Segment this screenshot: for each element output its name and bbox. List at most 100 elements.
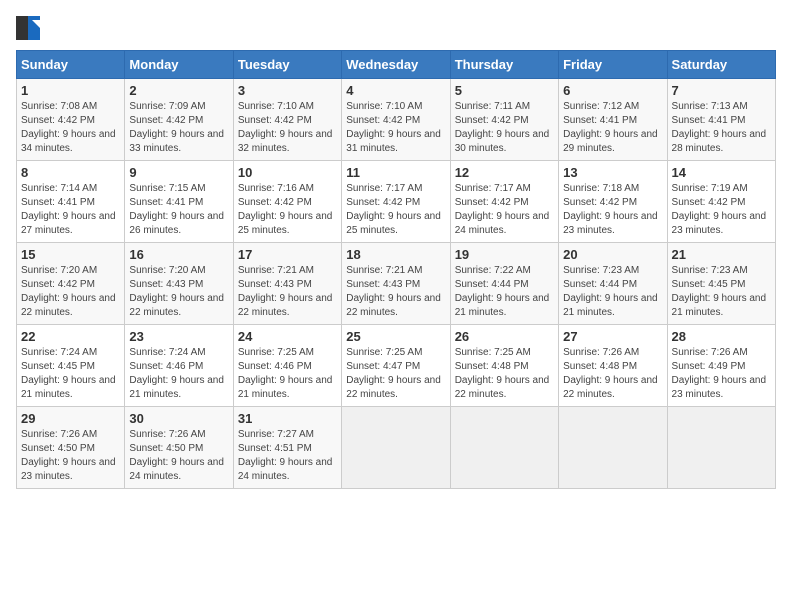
day-number: 6 (563, 83, 662, 98)
day-number: 20 (563, 247, 662, 262)
day-number: 23 (129, 329, 228, 344)
calendar-day-12: 12 Sunrise: 7:17 AMSunset: 4:42 PMDayligh… (450, 161, 558, 243)
day-info: Sunrise: 7:19 AMSunset: 4:42 PMDaylight:… (672, 182, 771, 238)
day-number: 19 (455, 247, 554, 262)
day-header-tuesday: Tuesday (233, 51, 341, 79)
calendar-day-11: 11 Sunrise: 7:17 AMSunset: 4:42 PMDayligh… (342, 161, 450, 243)
day-info: Sunrise: 7:26 AMSunset: 4:50 PMDaylight:… (129, 428, 228, 484)
day-number: 30 (129, 411, 228, 426)
calendar-day-5: 5 Sunrise: 7:11 AMSunset: 4:42 PMDaylight… (450, 79, 558, 161)
day-info: Sunrise: 7:25 AMSunset: 4:46 PMDaylight:… (238, 346, 337, 402)
day-info: Sunrise: 7:14 AMSunset: 4:41 PMDaylight:… (21, 182, 120, 238)
day-number: 3 (238, 83, 337, 98)
day-info: Sunrise: 7:08 AMSunset: 4:42 PMDaylight:… (21, 100, 120, 156)
day-number: 7 (672, 83, 771, 98)
calendar-day-31: 31 Sunrise: 7:27 AMSunset: 4:51 PMDayligh… (233, 407, 341, 489)
day-header-friday: Friday (559, 51, 667, 79)
logo-icon (16, 16, 40, 40)
calendar-day-9: 9 Sunrise: 7:15 AMSunset: 4:41 PMDaylight… (125, 161, 233, 243)
day-number: 1 (21, 83, 120, 98)
day-number: 9 (129, 165, 228, 180)
calendar-table: SundayMondayTuesdayWednesdayThursdayFrid… (16, 50, 776, 489)
day-info: Sunrise: 7:22 AMSunset: 4:44 PMDaylight:… (455, 264, 554, 320)
day-header-monday: Monday (125, 51, 233, 79)
day-number: 13 (563, 165, 662, 180)
day-number: 5 (455, 83, 554, 98)
day-number: 17 (238, 247, 337, 262)
day-number: 15 (21, 247, 120, 262)
day-info: Sunrise: 7:24 AMSunset: 4:46 PMDaylight:… (129, 346, 228, 402)
day-number: 22 (21, 329, 120, 344)
calendar-day-1: 1 Sunrise: 7:08 AMSunset: 4:42 PMDaylight… (17, 79, 125, 161)
day-info: Sunrise: 7:09 AMSunset: 4:42 PMDaylight:… (129, 100, 228, 156)
day-number: 24 (238, 329, 337, 344)
calendar-day-15: 15 Sunrise: 7:20 AMSunset: 4:42 PMDayligh… (17, 243, 125, 325)
calendar-week-5: 29 Sunrise: 7:26 AMSunset: 4:50 PMDayligh… (17, 407, 776, 489)
calendar-day-27: 27Sunrise: 7:26 AMSunset: 4:48 PMDayligh… (559, 325, 667, 407)
day-info: Sunrise: 7:25 AMSunset: 4:47 PMDaylight:… (346, 346, 445, 402)
calendar-day-28: 28 Sunrise: 7:26 AMSunset: 4:49 PMDayligh… (667, 325, 775, 407)
day-info: Sunrise: 7:27 AMSunset: 4:51 PMDaylight:… (238, 428, 337, 484)
day-number: 29 (21, 411, 120, 426)
day-number: 2 (129, 83, 228, 98)
day-number: 4 (346, 83, 445, 98)
calendar-day-21: 21Sunrise: 7:23 AMSunset: 4:45 PMDayligh… (667, 243, 775, 325)
day-number: 28 (672, 329, 771, 344)
calendar-header-row: SundayMondayTuesdayWednesdayThursdayFrid… (17, 51, 776, 79)
day-number: 12 (455, 165, 554, 180)
day-info: Sunrise: 7:15 AMSunset: 4:41 PMDaylight:… (129, 182, 228, 238)
calendar-day-14: 14 Sunrise: 7:19 AMSunset: 4:42 PMDayligh… (667, 161, 775, 243)
empty-cell (559, 407, 667, 489)
calendar-day-6: 6 Sunrise: 7:12 AMSunset: 4:41 PMDaylight… (559, 79, 667, 161)
day-info: Sunrise: 7:24 AMSunset: 4:45 PMDaylight:… (21, 346, 120, 402)
calendar-day-18: 18 Sunrise: 7:21 AMSunset: 4:43 PMDayligh… (342, 243, 450, 325)
day-number: 16 (129, 247, 228, 262)
day-number: 21 (672, 247, 771, 262)
day-number: 26 (455, 329, 554, 344)
calendar-day-7: 7 Sunrise: 7:13 AMSunset: 4:41 PMDaylight… (667, 79, 775, 161)
day-header-saturday: Saturday (667, 51, 775, 79)
day-info: Sunrise: 7:23 AMSunset: 4:44 PMDaylight:… (563, 264, 662, 320)
day-number: 25 (346, 329, 445, 344)
calendar-day-22: 22 Sunrise: 7:24 AMSunset: 4:45 PMDayligh… (17, 325, 125, 407)
day-info: Sunrise: 7:26 AMSunset: 4:49 PMDaylight:… (672, 346, 771, 402)
day-info: Sunrise: 7:20 AMSunset: 4:42 PMDaylight:… (21, 264, 120, 320)
calendar-week-2: 8Sunrise: 7:14 AMSunset: 4:41 PMDaylight… (17, 161, 776, 243)
day-number: 14 (672, 165, 771, 180)
calendar-week-4: 22 Sunrise: 7:24 AMSunset: 4:45 PMDayligh… (17, 325, 776, 407)
day-info: Sunrise: 7:10 AMSunset: 4:42 PMDaylight:… (238, 100, 337, 156)
day-info: Sunrise: 7:21 AMSunset: 4:43 PMDaylight:… (346, 264, 445, 320)
calendar-week-1: 1 Sunrise: 7:08 AMSunset: 4:42 PMDaylight… (17, 79, 776, 161)
calendar-week-3: 15 Sunrise: 7:20 AMSunset: 4:42 PMDayligh… (17, 243, 776, 325)
calendar-day-30: 30 Sunrise: 7:26 AMSunset: 4:50 PMDayligh… (125, 407, 233, 489)
empty-cell (667, 407, 775, 489)
day-info: Sunrise: 7:21 AMSunset: 4:43 PMDaylight:… (238, 264, 337, 320)
calendar-day-29: 29 Sunrise: 7:26 AMSunset: 4:50 PMDayligh… (17, 407, 125, 489)
calendar-day-4: 4Sunrise: 7:10 AMSunset: 4:42 PMDaylight… (342, 79, 450, 161)
day-info: Sunrise: 7:16 AMSunset: 4:42 PMDaylight:… (238, 182, 337, 238)
logo (16, 16, 44, 40)
day-header-sunday: Sunday (17, 51, 125, 79)
day-info: Sunrise: 7:12 AMSunset: 4:41 PMDaylight:… (563, 100, 662, 156)
day-info: Sunrise: 7:17 AMSunset: 4:42 PMDaylight:… (346, 182, 445, 238)
calendar-day-13: 13 Sunrise: 7:18 AMSunset: 4:42 PMDayligh… (559, 161, 667, 243)
day-number: 31 (238, 411, 337, 426)
calendar-day-17: 17 Sunrise: 7:21 AMSunset: 4:43 PMDayligh… (233, 243, 341, 325)
day-number: 11 (346, 165, 445, 180)
day-number: 10 (238, 165, 337, 180)
calendar-day-19: 19 Sunrise: 7:22 AMSunset: 4:44 PMDayligh… (450, 243, 558, 325)
day-info: Sunrise: 7:26 AMSunset: 4:50 PMDaylight:… (21, 428, 120, 484)
day-info: Sunrise: 7:17 AMSunset: 4:42 PMDaylight:… (455, 182, 554, 238)
empty-cell (450, 407, 558, 489)
day-info: Sunrise: 7:18 AMSunset: 4:42 PMDaylight:… (563, 182, 662, 238)
day-info: Sunrise: 7:11 AMSunset: 4:42 PMDaylight:… (455, 100, 554, 156)
day-number: 18 (346, 247, 445, 262)
day-info: Sunrise: 7:26 AMSunset: 4:48 PMDaylight:… (563, 346, 662, 402)
day-info: Sunrise: 7:20 AMSunset: 4:43 PMDaylight:… (129, 264, 228, 320)
calendar-day-23: 23 Sunrise: 7:24 AMSunset: 4:46 PMDayligh… (125, 325, 233, 407)
calendar-day-20: 20 Sunrise: 7:23 AMSunset: 4:44 PMDayligh… (559, 243, 667, 325)
calendar-day-10: 10 Sunrise: 7:16 AMSunset: 4:42 PMDayligh… (233, 161, 341, 243)
calendar-day-3: 3 Sunrise: 7:10 AMSunset: 4:42 PMDaylight… (233, 79, 341, 161)
day-info: Sunrise: 7:13 AMSunset: 4:41 PMDaylight:… (672, 100, 771, 156)
day-header-thursday: Thursday (450, 51, 558, 79)
